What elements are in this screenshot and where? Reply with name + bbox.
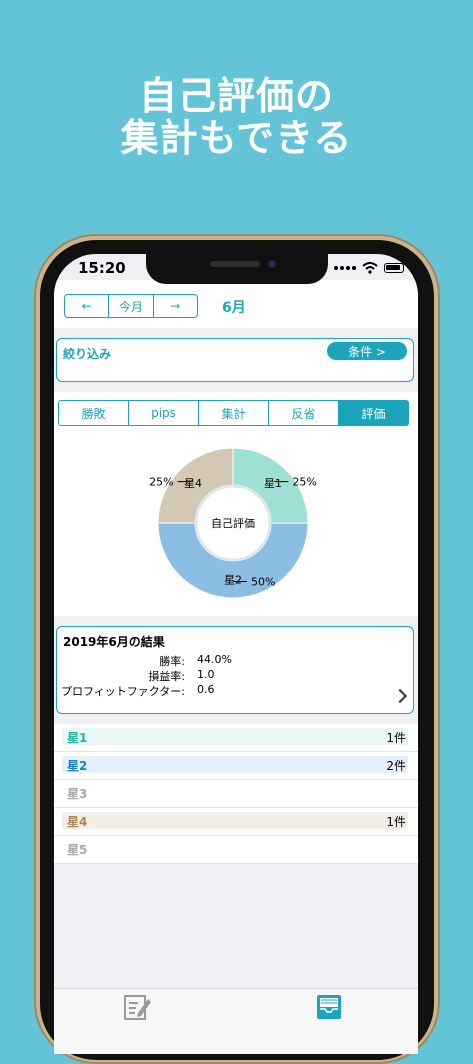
status-time: 15:20 xyxy=(78,259,126,277)
donut-center-label: 自己評価 xyxy=(211,516,255,530)
star-count: 1件 xyxy=(386,731,406,745)
star-count-bar xyxy=(62,756,408,773)
slice-label: 星2 xyxy=(224,574,242,587)
star-label: 星5 xyxy=(67,843,88,857)
bottom-tab-bar xyxy=(54,988,418,1054)
monthly-summary-card[interactable]: 2019年6月の結果 勝率: 44.0% 損益率: 1.0 プロフィットファクタ… xyxy=(56,626,414,714)
tab-aggregate[interactable]: 集計 xyxy=(198,401,268,425)
filter-panel: 絞り込み 条件 > xyxy=(56,338,414,382)
promo-headline-line1: 自己評価の xyxy=(138,74,334,118)
star-row[interactable]: 星2 2件 xyxy=(54,752,418,780)
chevron-right-icon[interactable] xyxy=(392,688,408,704)
slice-percent-label: 25% xyxy=(292,476,316,489)
report-tray-icon[interactable] xyxy=(315,993,343,1021)
next-month-button[interactable]: → xyxy=(152,295,197,317)
device-notch xyxy=(146,254,328,284)
battery-icon xyxy=(384,263,404,273)
star-label: 星1 xyxy=(67,731,88,745)
wifi-icon xyxy=(362,262,378,274)
tab-bar-segments: 勝敗 pips 集計 反省 評価 xyxy=(58,400,409,426)
star-count: 2件 xyxy=(386,759,406,773)
front-camera xyxy=(266,258,278,270)
month-title: 6月 xyxy=(222,300,246,316)
stat-label: 勝率: xyxy=(159,655,185,668)
speaker-grille xyxy=(210,261,260,267)
stat-value: 44.0% xyxy=(197,653,232,666)
journal-edit-icon[interactable] xyxy=(123,993,153,1021)
stat-label: プロフィットファクター: xyxy=(60,685,185,698)
slice-percent-label: 50% xyxy=(251,576,275,589)
stat-value: 1.0 xyxy=(197,668,215,681)
stat-label: 損益率: xyxy=(148,670,185,683)
month-navigator: ← 今月 → xyxy=(64,294,198,318)
app-screen: ← 今月 → 6月 絞り込み 条件 > 勝敗 pips 集計 反省 評価 星1 2… xyxy=(54,254,418,1054)
stat-value: 0.6 xyxy=(197,683,215,696)
self-evaluation-donut-chart: 星1 25% 星2 50% 星4 25% 自己評価 xyxy=(149,447,317,599)
slice-label: 星4 xyxy=(184,477,202,490)
tab-win-loss[interactable]: 勝敗 xyxy=(59,401,128,425)
tab-reflection[interactable]: 反省 xyxy=(268,401,338,425)
signal-icon xyxy=(334,266,356,270)
tab-pips[interactable]: pips xyxy=(128,401,198,425)
slice-percent-label: 25% xyxy=(149,476,173,489)
star-label: 星4 xyxy=(67,815,88,829)
slice-label: 星1 xyxy=(264,477,282,490)
status-indicators xyxy=(334,261,404,275)
chart-card: 勝敗 pips 集計 反省 評価 星1 25% 星2 50% 星4 25% 自己評価 xyxy=(54,392,418,616)
star-row[interactable]: 星5 xyxy=(54,836,418,864)
current-month-button[interactable]: 今月 xyxy=(108,295,152,317)
star-row[interactable]: 星4 1件 xyxy=(54,808,418,836)
star-count-bar xyxy=(62,812,408,829)
star-row[interactable]: 星1 1件 xyxy=(54,724,418,752)
filter-label: 絞り込み xyxy=(63,347,112,361)
star-label: 星2 xyxy=(67,759,88,773)
tab-evaluation[interactable]: 評価 xyxy=(338,401,408,425)
star-row[interactable]: 星3 xyxy=(54,780,418,808)
star-label: 星3 xyxy=(67,787,88,801)
star-count: 1件 xyxy=(386,815,406,829)
summary-title: 2019年6月の結果 xyxy=(63,635,165,649)
condition-button[interactable]: 条件 > xyxy=(327,342,407,360)
prev-month-button[interactable]: ← xyxy=(65,295,108,317)
star-count-bar xyxy=(62,728,408,745)
promo-headline-line2: 集計もできる xyxy=(120,116,353,160)
star-count-list: 星1 1件 星2 2件 星3 星4 1件 星5 xyxy=(54,724,418,864)
